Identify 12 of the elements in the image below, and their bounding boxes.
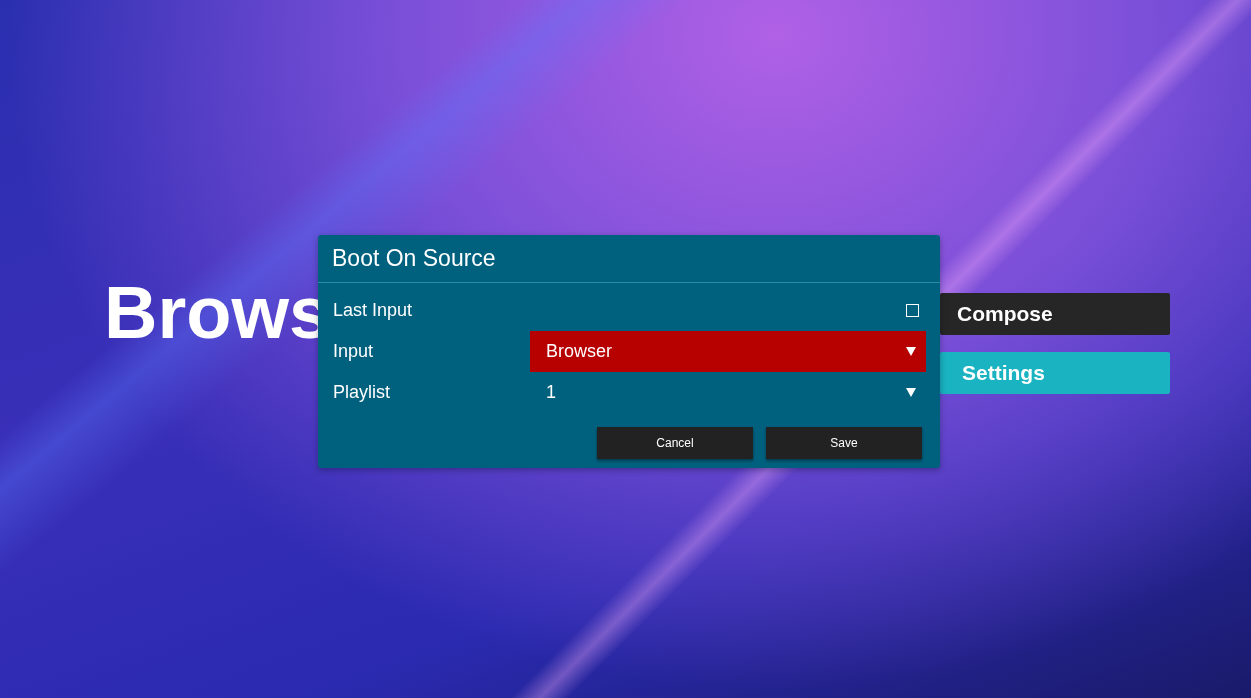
menu-item[interactable]: Compose — [940, 293, 1170, 335]
field-label: Last Input — [333, 298, 414, 322]
caret-icon — [906, 387, 916, 397]
dialog-button[interactable]: Cancel — [597, 426, 753, 459]
dropdown[interactable]: 1 — [530, 371, 926, 413]
field-label: Playlist — [333, 380, 391, 404]
dialog-title: Boot On Source — [318, 235, 940, 283]
field-label: Input — [333, 339, 375, 363]
dropdown[interactable]: Browser — [530, 330, 926, 372]
dialog-button[interactable]: Save — [766, 426, 922, 459]
checkbox[interactable] — [906, 303, 919, 317]
caret-icon — [906, 346, 916, 356]
